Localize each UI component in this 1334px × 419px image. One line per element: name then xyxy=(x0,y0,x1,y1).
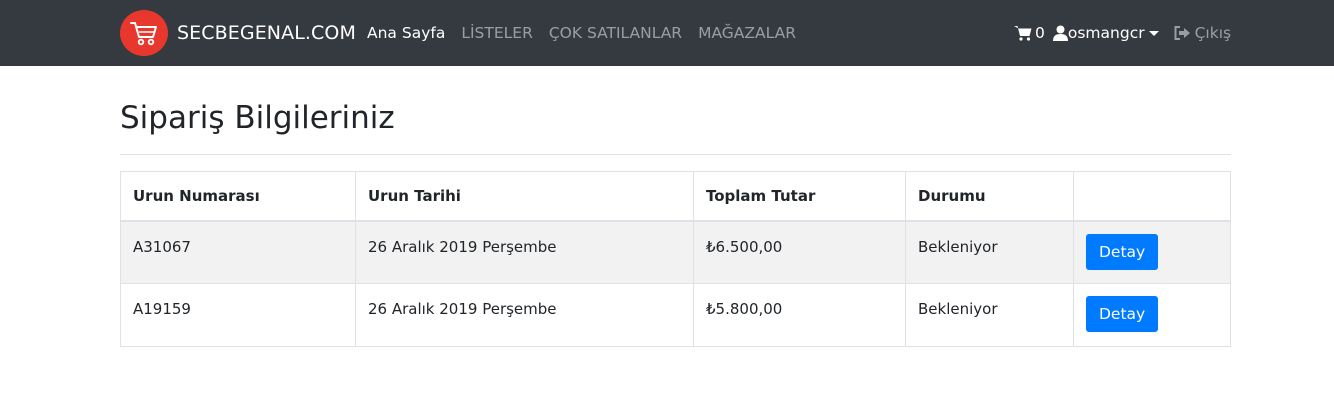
orders-table: Urun Numarası Urun Tarihi Toplam Tutar D… xyxy=(120,171,1231,347)
user-nav: 0 osmangcr Çıkış xyxy=(1014,0,1231,66)
order-status: Bekleniyor xyxy=(905,220,1074,284)
cart-count: 0 xyxy=(1035,24,1045,42)
order-number: A31067 xyxy=(120,220,356,284)
username: osmangcr xyxy=(1067,24,1145,42)
column-header-actions xyxy=(1073,171,1231,222)
main-nav: Ana Sayfa LİSTELER ÇOK SATILANLAR MAĞAZA… xyxy=(367,0,812,66)
table-row: A19159 26 Aralık 2019 Perşembe ₺5.800,00… xyxy=(120,283,1231,347)
column-header-order-date: Urun Tarihi xyxy=(355,171,694,222)
page-title: Sipariş Bilgileriniz xyxy=(120,100,395,136)
column-header-total: Toplam Tutar xyxy=(693,171,906,222)
order-status: Bekleniyor xyxy=(905,283,1074,347)
nav-link-ana-sayfa[interactable]: Ana Sayfa xyxy=(367,24,445,42)
cart-icon xyxy=(1014,26,1032,41)
logout-label: Çıkış xyxy=(1194,24,1232,42)
order-number: A19159 xyxy=(120,283,356,347)
column-header-order-number: Urun Numarası xyxy=(120,171,356,222)
top-navbar: SECBEGENAL.COM Ana Sayfa LİSTELER ÇOK SA… xyxy=(0,0,1334,66)
logout-link[interactable]: Çıkış xyxy=(1174,24,1232,42)
brand-name: SECBEGENAL.COM xyxy=(177,22,356,44)
nav-link-cok-satilanlar[interactable]: ÇOK SATILANLAR xyxy=(549,24,682,42)
order-action-cell: Detay xyxy=(1073,220,1231,284)
chevron-down-icon xyxy=(1148,31,1159,36)
order-date: 26 Aralık 2019 Perşembe xyxy=(355,283,694,347)
cart-link[interactable]: 0 xyxy=(1014,24,1045,42)
order-total: ₺6.500,00 xyxy=(693,220,906,284)
brand-link[interactable]: SECBEGENAL.COM xyxy=(120,10,356,56)
nav-link-listeler[interactable]: LİSTELER xyxy=(461,24,533,42)
user-dropdown[interactable]: osmangcr xyxy=(1052,24,1159,42)
title-divider xyxy=(120,154,1231,155)
order-total: ₺5.800,00 xyxy=(693,283,906,347)
order-date: 26 Aralık 2019 Perşembe xyxy=(355,220,694,284)
table-row: A31067 26 Aralık 2019 Perşembe ₺6.500,00… xyxy=(120,220,1231,284)
nav-link-magazalar[interactable]: MAĞAZALAR xyxy=(698,24,796,42)
detail-button[interactable]: Detay xyxy=(1086,296,1159,332)
user-icon xyxy=(1052,25,1068,41)
table-header-row: Urun Numarası Urun Tarihi Toplam Tutar D… xyxy=(120,171,1231,222)
shopping-cart-logo-icon xyxy=(120,10,168,56)
column-header-status: Durumu xyxy=(905,171,1074,222)
sign-out-icon xyxy=(1174,26,1190,40)
detail-button[interactable]: Detay xyxy=(1086,233,1159,270)
order-action-cell: Detay xyxy=(1073,283,1231,347)
